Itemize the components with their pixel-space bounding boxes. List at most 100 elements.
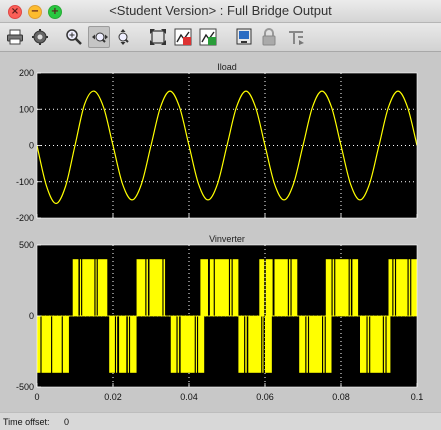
scope-plots: Iload-200-1000100200Vinverter-50005000 0.…: [16, 62, 423, 402]
voltage-pulse: [396, 259, 408, 316]
voltage-pulse: [306, 316, 308, 373]
voltage-pulse: [259, 259, 265, 316]
voltage-pulse: [265, 259, 273, 316]
zoom-icon: [66, 29, 82, 45]
voltage-pulse: [79, 259, 82, 316]
voltage-pulse: [170, 316, 177, 373]
restore-axes-icon: [199, 28, 217, 46]
voltage-pulse: [209, 259, 214, 316]
voltage-pulse: [325, 259, 332, 316]
scope-axes-1: Iload -200 -100 0 100 200: [16, 62, 418, 223]
lock-axes-button[interactable]: [258, 26, 280, 48]
voltage-pulse: [335, 259, 349, 316]
voltage-pulse: [323, 316, 325, 373]
voltage-pulse: [411, 259, 417, 316]
x-tick-label: 0: [34, 392, 39, 402]
toolbar: [0, 23, 441, 52]
y-tick-label: -100: [16, 177, 34, 187]
voltage-pulse: [352, 259, 359, 316]
x-tick-label: 0.06: [256, 392, 274, 402]
autoscale-button[interactable]: [147, 26, 169, 48]
voltage-pulse: [214, 259, 229, 316]
voltage-pulse: [200, 259, 208, 316]
voltage-pulse: [136, 259, 146, 316]
voltage-pulse: [149, 259, 163, 316]
x-tick-label: 0.08: [332, 392, 350, 402]
voltage-pulse: [232, 259, 239, 316]
voltage-pulse: [37, 316, 41, 373]
scope-axes-2: Vinverter-50005000 0.02 0.04 0.06 0.08 0.1: [16, 234, 423, 402]
voltage-pulse: [370, 316, 383, 373]
y-tick-label: -200: [16, 213, 34, 223]
y-tick-label: 500: [19, 240, 34, 250]
voltage-pulse: [195, 316, 197, 373]
x-tick-label: 0.1: [411, 392, 424, 402]
status-bar: Time offset: 0: [0, 412, 441, 430]
y-tick-label: -500: [16, 382, 34, 392]
print-icon: [7, 29, 23, 45]
voltage-pulse: [116, 316, 118, 373]
zoom-y-icon: [118, 29, 129, 45]
x-tick-label: 0.02: [104, 392, 122, 402]
voltage-pulse: [52, 316, 62, 373]
voltage-pulse: [291, 259, 298, 316]
voltage-pulse: [367, 316, 370, 373]
zoom-x-icon: [92, 32, 108, 43]
voltage-pulse: [119, 316, 127, 373]
voltage-pulse: [238, 316, 245, 373]
title-bar[interactable]: × − + <Student Version> : Full Bridge Ou…: [0, 0, 441, 23]
window-title: <Student Version> : Full Bridge Output: [109, 3, 332, 18]
voltage-pulse: [288, 259, 291, 316]
zoom-x-button[interactable]: [88, 26, 110, 48]
voltage-pulse: [248, 316, 262, 373]
voltage-pulse: [95, 259, 97, 316]
y-tick-label: 100: [19, 104, 34, 114]
zoom-y-button[interactable]: [113, 26, 135, 48]
time-offset-label: Time offset:: [3, 417, 50, 427]
voltage-pulse: [309, 316, 322, 373]
signal-selection-button[interactable]: [285, 26, 307, 48]
autoscale-icon: [150, 29, 166, 45]
save-axes-button[interactable]: [172, 26, 194, 48]
lock-icon: [262, 28, 276, 46]
zoom-button[interactable]: [63, 26, 85, 48]
voltage-pulse: [393, 259, 395, 316]
restore-axes-button[interactable]: [197, 26, 219, 48]
voltage-pulse: [163, 259, 166, 316]
signal-selection-icon: [289, 31, 304, 45]
print-button[interactable]: [4, 26, 26, 48]
time-offset-value: 0: [64, 417, 70, 427]
voltage-pulse: [360, 316, 367, 373]
voltage-pulse: [245, 316, 247, 373]
voltage-pulse: [230, 259, 232, 316]
y-tick-label: 0: [29, 141, 34, 151]
voltage-pulse: [388, 259, 393, 316]
voltage-pulse: [146, 259, 148, 316]
voltage-pulse: [109, 316, 115, 373]
voltage-pulse: [274, 259, 288, 316]
parameters-button[interactable]: [29, 26, 51, 48]
voltage-pulse: [299, 316, 306, 373]
plot-area: Iload -200 -100 0 100 200 Vinverter -500 0 500 0 0.…: [0, 52, 441, 412]
voltage-pulse: [265, 316, 272, 373]
voltage-pulse: [262, 316, 264, 373]
voltage-pulse: [177, 316, 180, 373]
voltage-pulse: [180, 316, 195, 373]
x-tick-label: 0.04: [180, 392, 198, 402]
voltage-pulse: [386, 316, 391, 373]
scope-window: × − + <Student Version> : Full Bridge Ou…: [0, 0, 441, 430]
plot-title: Vinverter: [209, 234, 245, 244]
voltage-pulse: [198, 316, 205, 373]
voltage-pulse: [349, 259, 351, 316]
voltage-pulse: [408, 259, 411, 316]
voltage-pulse: [130, 316, 137, 373]
floating-scope-button[interactable]: [233, 26, 255, 48]
y-tick-label: 200: [19, 68, 34, 78]
gear-icon: [32, 29, 48, 45]
voltage-pulse: [72, 259, 79, 316]
voltage-pulse: [62, 316, 69, 373]
voltage-pulse: [325, 316, 332, 373]
save-axes-icon: [174, 28, 192, 46]
voltage-pulse: [41, 316, 52, 373]
voltage-pulse: [97, 259, 108, 316]
